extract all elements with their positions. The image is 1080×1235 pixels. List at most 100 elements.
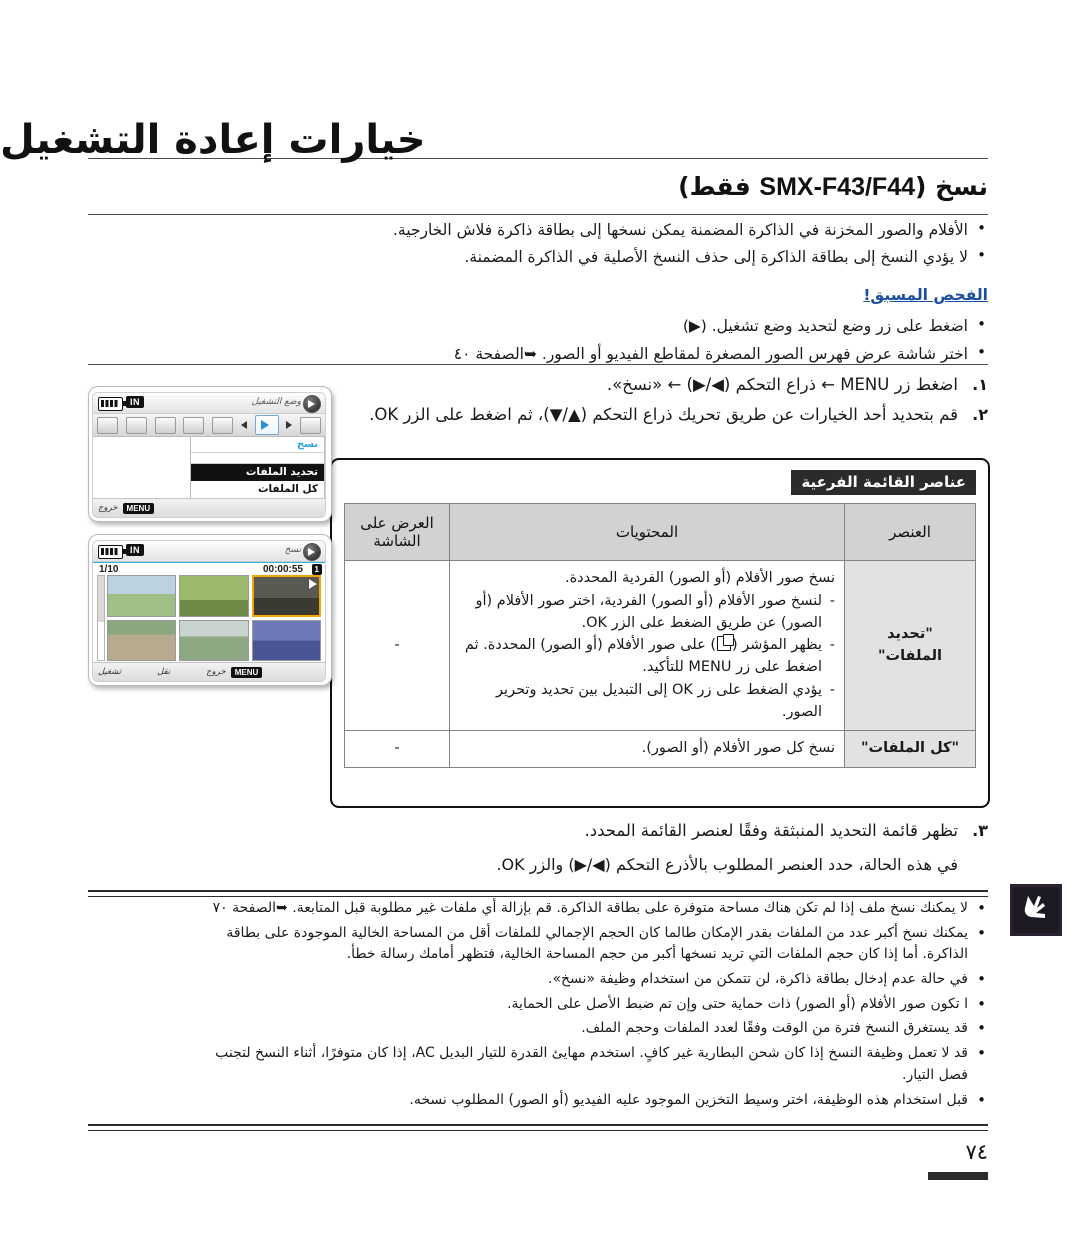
file-marker-icon [309, 579, 317, 589]
section-title-tail: فقط) [678, 172, 760, 201]
play-mode-icon [303, 543, 321, 561]
thumbnail-item[interactable] [179, 619, 249, 661]
list-item: لا يمكنك نسخ ملف إذا لم تكن هناك مساحة م… [188, 897, 988, 920]
prerequisite-bullet-list: اضغط على زر وضع لتحديد وضع تشغيل. (▶) اخ… [268, 313, 988, 370]
menu-button[interactable]: MENU [122, 502, 155, 514]
battery-icon [98, 545, 126, 559]
list-item: ا تكون صور الأفلام (أو الصور) ذات حماية … [188, 993, 988, 1016]
list-item: يظهر المؤشر () على صور الأفلام (أو الصور… [459, 634, 835, 679]
step-text: قم بتحديد أحد الخيارات عن طريق تحريك ذرا… [369, 405, 958, 425]
notes-top-rule [88, 890, 988, 897]
lcd-status-bar: IN نسخ [93, 541, 325, 562]
list-item: الأفلام والصور المخزنة في الذاكرة المضمن… [268, 217, 988, 242]
cell-contents: نسخ كل صور الأفلام (أو الصور). [449, 730, 845, 768]
list-item: قبل استخدام هذه الوظيفة، اختر وسيط التخز… [188, 1089, 988, 1112]
lcd-foot-bar: MENU خروج نقل تشغيل [93, 662, 325, 681]
submenu-table: العنصر المحتويات العرض على الشاشة "تحديد… [344, 503, 976, 768]
dash-text-part: يظهر المؤشر () على صور الأفلام (أو الصور… [464, 634, 822, 675]
thumbnail-scrollbar[interactable] [97, 575, 105, 661]
step-text: تظهر قائمة التحديد المنبثقة وفقًا لعنصر … [584, 821, 958, 840]
thumbnail-item[interactable] [107, 619, 177, 661]
page-number: ٧٤ [965, 1140, 988, 1164]
lcd-screen: IN وضع التشغيل نسخ تحديد الملفات كل المل… [92, 392, 326, 518]
clip-duration: 00:00:55 [262, 564, 303, 575]
lcd-foot-play-label: تشغيل [98, 667, 122, 677]
manual-page: خيارات إعادة التشغيل نسخ (SMX-F43/F44 فق… [0, 0, 1080, 1235]
play-tab-icon[interactable] [97, 416, 118, 434]
list-item: يؤدي الضغط على زر OK إلى التبديل بين تحد… [459, 680, 835, 724]
lcd-annotation-label: وضع التشغيل [251, 397, 302, 407]
list-item: قد يستغرق النسخ فترة من الوقت وفقًا لعدد… [188, 1017, 988, 1040]
step-number: ٢. [972, 405, 988, 425]
note-hand-icon [1010, 884, 1062, 936]
delete-tab-icon[interactable] [183, 416, 205, 434]
col-header-item: العنصر [844, 503, 976, 561]
procedure-steps-top: ١. اضغط زر MENU ← ذراع التحكم (◀/▶) ← «ن… [328, 372, 988, 433]
share-tab-icon[interactable] [125, 416, 147, 434]
thumbnail-item[interactable] [107, 575, 177, 617]
chevron-right-icon[interactable] [286, 421, 293, 429]
lcd-annotation-label: نسخ [284, 545, 301, 555]
cell-item: "تحديد الملفات" [844, 559, 976, 732]
cell-item: "كل الملفات" [844, 730, 976, 768]
lcd-mockup-thumbnail-index: IN نسخ 1/10 00:00:55 1 MENU خروج نقل تشغ… [88, 534, 332, 686]
section-title-model: SMX-F43/F44 [759, 173, 916, 201]
step-number: ١. [972, 375, 988, 394]
step-3-substatement: في هذه الحالة، حدد العنصر المطلوب بالأذر… [496, 855, 958, 874]
list-item: لنسخ صور الأفلام (أو الصور) الفردية، اخت… [459, 591, 835, 635]
lcd-menu-item-all-files[interactable]: كل الملفات [191, 481, 324, 498]
table-row: "تحديد الملفات" نسخ صور الأفلام (أو الصو… [344, 559, 976, 732]
lcd-menu-body: نسخ تحديد الملفات كل الملفات [93, 437, 325, 501]
table-header-row: العنصر المحتويات العرض على الشاشة [344, 503, 976, 561]
folio-bar [928, 1172, 988, 1180]
edit-tab-icon[interactable] [212, 416, 233, 434]
cell-screen: - [344, 730, 450, 768]
step-2: ٢. قم بتحديد أحد الخيارات عن طريق تحريك … [328, 402, 988, 428]
battery-icon [98, 397, 126, 411]
thumbnail-item[interactable] [179, 575, 249, 617]
step-number: ٣. [972, 821, 988, 840]
contents-dash-list: لنسخ صور الأفلام (أو الصور) الفردية، اخت… [459, 591, 835, 724]
copy-tab-icon[interactable] [254, 415, 279, 435]
section-title: نسخ (SMX-F43/F44 فقط) [678, 172, 988, 202]
step-3-substatement-wrap: في هذه الحالة، حدد العنصر المطلوب بالأذر… [308, 852, 988, 878]
lcd-tab-bar [93, 414, 325, 437]
step-3: ٣. تظهر قائمة التحديد المنبثقة وفقًا لعن… [308, 818, 988, 844]
col-header-contents: المحتويات [449, 503, 845, 561]
thumbnail-grid [107, 575, 321, 661]
list-item: قد لا تعمل وظيفة النسخ إذا كان شحن البطا… [188, 1042, 988, 1086]
grid-view-tab-icon[interactable] [300, 416, 321, 434]
storage-in-badge: IN [126, 396, 144, 408]
intro-bullet-list: الأفلام والصور المخزنة في الذاكرة المضمن… [268, 217, 988, 272]
notes-bottom-rule [88, 1124, 988, 1131]
list-item: اضغط على زر وضع لتحديد وضع تشغيل. (▶) [268, 313, 988, 338]
chapter-title: خيارات إعادة التشغيل [0, 118, 988, 162]
menu-button[interactable]: MENU [230, 666, 263, 678]
lcd-menu-item-select-files[interactable]: تحديد الملفات [191, 464, 324, 481]
precheck-heading: الفحص المسبق! [863, 286, 988, 304]
table-row: "كل الملفات" نسخ كل صور الأفلام (أو الصو… [344, 730, 976, 768]
step-text: اضغط زر MENU ← ذراع التحكم (◀/▶) ← «نسخ»… [606, 375, 958, 394]
lcd-status-bar: IN وضع التشغيل [93, 393, 325, 414]
col-header-screen: العرض على الشاشة [344, 503, 450, 561]
lcd-foot-bar: MENU خروج [93, 498, 325, 517]
list-item: لا يؤدي النسخ إلى بطاقة الذاكرة إلى حذف … [268, 244, 988, 269]
play-mode-icon [303, 395, 321, 413]
thumbnail-item[interactable] [251, 619, 321, 661]
chapter-title-text: خيارات إعادة التشغيل [0, 117, 426, 163]
notes-list: لا يمكنك نسخ ملف إذا لم تكن هناك مساحة م… [188, 897, 988, 1114]
lcd-screen: IN نسخ 1/10 00:00:55 1 MENU خروج نقل تشغ… [92, 540, 326, 682]
cell-screen: - [344, 559, 450, 732]
contents-lead: نسخ صور الأفلام (أو الصور) الفردية المحد… [564, 570, 835, 586]
step-1: ١. اضغط زر MENU ← ذراع التحكم (◀/▶) ← «ن… [328, 372, 988, 398]
thumbnail-item-selected[interactable] [251, 575, 321, 617]
submenu-items-box: عناصر القائمة الفرعية العنصر المحتويات ا… [330, 458, 990, 808]
lcd-foot-exit-label: خروج [98, 503, 118, 513]
settings-tab-icon[interactable] [154, 416, 176, 434]
storage-card-badge: 1 [311, 564, 322, 575]
list-item: اختر شاشة عرض فهرس الصور المصغرة لمقاطع … [268, 341, 988, 366]
chevron-left-icon[interactable] [240, 421, 247, 429]
file-marker-icon [717, 634, 735, 652]
page-counter: 1/10 [99, 564, 119, 575]
lcd-menu-title: نسخ [191, 437, 324, 453]
